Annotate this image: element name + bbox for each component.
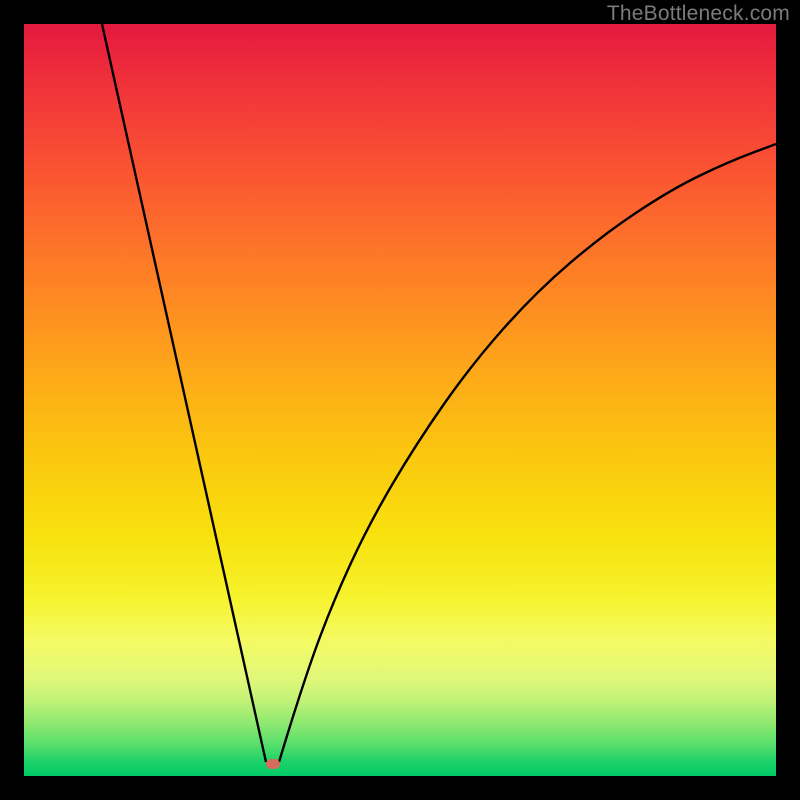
watermark-text: TheBottleneck.com — [607, 2, 790, 26]
curve-left-branch — [102, 24, 266, 762]
plot-area — [24, 24, 776, 776]
chart-frame: TheBottleneck.com — [0, 0, 800, 800]
curve-right-branch — [279, 144, 776, 762]
curve-layer — [24, 24, 776, 776]
curve-vertex-marker — [266, 759, 280, 769]
